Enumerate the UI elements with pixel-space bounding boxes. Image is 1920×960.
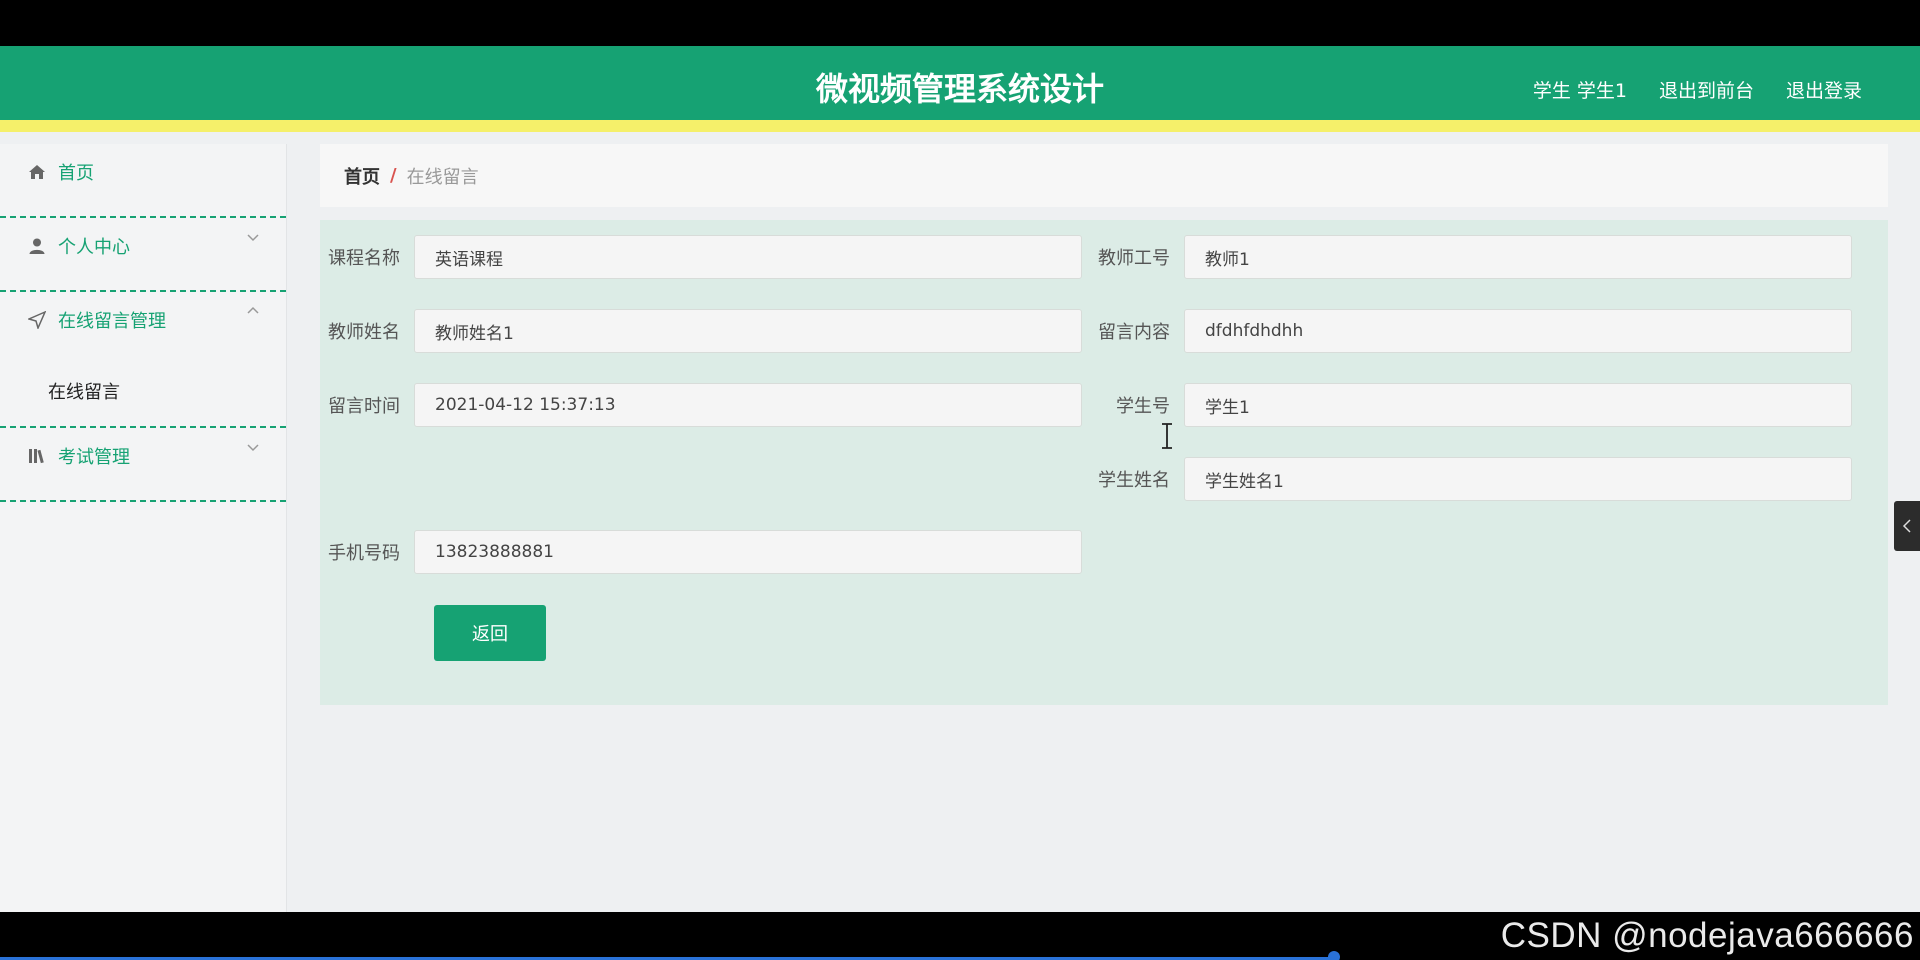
home-icon xyxy=(29,165,45,179)
message-time-input[interactable]: 2021-04-12 15:37:13 xyxy=(414,383,1082,427)
sidebar-item-label: 在线留言管理 xyxy=(58,311,166,332)
logout-link[interactable]: 退出登录 xyxy=(1786,76,1862,103)
sidebar-subitem-online-message[interactable]: 在线留言 xyxy=(48,378,120,404)
panel-toggle-button[interactable] xyxy=(1894,501,1920,551)
app-window: 微视频管理系统设计 学生 学生1 退出到前台 退出登录 首页 个人中心 在线留言… xyxy=(0,46,1920,912)
teacher-name-input[interactable]: 教师姓名1 xyxy=(414,309,1082,353)
breadcrumb-separator: / xyxy=(390,165,397,186)
course-name-field: 课程名称 英语课程 xyxy=(328,235,1082,279)
course-name-label: 课程名称 xyxy=(328,248,400,269)
message-time-label: 留言时间 xyxy=(328,396,400,417)
student-id-label: 学生号 xyxy=(1116,396,1170,417)
sidebar-item-message-management[interactable]: 在线留言管理 在线留言 xyxy=(0,292,286,428)
header-nav: 学生 学生1 退出到前台 退出登录 xyxy=(1533,46,1862,132)
message-content-label: 留言内容 xyxy=(1098,322,1170,343)
sidebar-item-label: 个人中心 xyxy=(58,237,130,258)
phone-label: 手机号码 xyxy=(328,543,400,564)
chevron-down-icon xyxy=(247,444,259,452)
sidebar-item-label: 首页 xyxy=(58,163,94,184)
breadcrumb-home[interactable]: 首页 xyxy=(344,163,380,189)
user-icon xyxy=(29,238,45,254)
student-name-label: 学生姓名 xyxy=(1098,470,1170,491)
teacher-id-label: 教师工号 xyxy=(1098,248,1170,269)
watermark-text: CSDN @nodejava666666 xyxy=(1500,916,1914,955)
breadcrumb: 首页 / 在线留言 xyxy=(320,144,1888,207)
sidebar-item-personal-center[interactable]: 个人中心 xyxy=(0,218,286,292)
chevron-up-icon xyxy=(247,306,259,314)
text-cursor-icon xyxy=(1162,423,1172,449)
message-detail-form: 课程名称 英语课程 教师工号 教师1 教师姓名 教师姓名1 留言内容 dfdhf… xyxy=(320,220,1888,705)
top-header: 微视频管理系统设计 学生 学生1 退出到前台 退出登录 xyxy=(0,46,1920,132)
phone-field: 手机号码 13823888881 xyxy=(328,530,1082,574)
student-id-input[interactable]: 学生1 xyxy=(1184,383,1852,427)
chevron-down-icon xyxy=(247,234,259,242)
student-id-field: 学生号 学生1 xyxy=(1098,383,1852,427)
video-progress-handle[interactable] xyxy=(1328,951,1340,960)
teacher-name-label: 教师姓名 xyxy=(328,322,400,343)
send-icon xyxy=(28,311,46,329)
message-content-field: 留言内容 dfdhfdhdhh xyxy=(1098,309,1852,353)
phone-input[interactable]: 13823888881 xyxy=(414,530,1082,574)
sidebar-item-exam-management[interactable]: 考试管理 xyxy=(0,428,286,502)
course-name-input[interactable]: 英语课程 xyxy=(414,235,1082,279)
breadcrumb-current: 在线留言 xyxy=(406,166,479,188)
main-content: 首页 / 在线留言 课程名称 英语课程 教师工号 教师1 教师姓名 教师姓名1 … xyxy=(287,144,1920,912)
chevron-left-icon xyxy=(1902,519,1911,533)
teacher-id-input[interactable]: 教师1 xyxy=(1184,235,1852,279)
top-letterbox xyxy=(0,0,1920,46)
teacher-id-field: 教师工号 教师1 xyxy=(1098,235,1852,279)
bottom-letterbox: CSDN @nodejava666666 xyxy=(0,912,1920,960)
sidebar: 首页 个人中心 在线留言管理 在线留言 考试管理 xyxy=(0,144,287,912)
library-icon xyxy=(29,449,44,464)
sidebar-item-label: 考试管理 xyxy=(58,447,130,468)
back-button[interactable]: 返回 xyxy=(434,605,546,661)
student-name-field: 学生姓名 学生姓名1 xyxy=(1098,457,1852,501)
message-content-input[interactable]: dfdhfdhdhh xyxy=(1184,309,1852,353)
student-name-input[interactable]: 学生姓名1 xyxy=(1184,457,1852,501)
exit-to-front-link[interactable]: 退出到前台 xyxy=(1659,76,1754,103)
teacher-name-field: 教师姓名 教师姓名1 xyxy=(328,309,1082,353)
sidebar-item-home[interactable]: 首页 xyxy=(0,144,286,218)
message-time-field: 留言时间 2021-04-12 15:37:13 xyxy=(328,383,1082,427)
current-user-label: 学生 学生1 xyxy=(1532,79,1627,102)
